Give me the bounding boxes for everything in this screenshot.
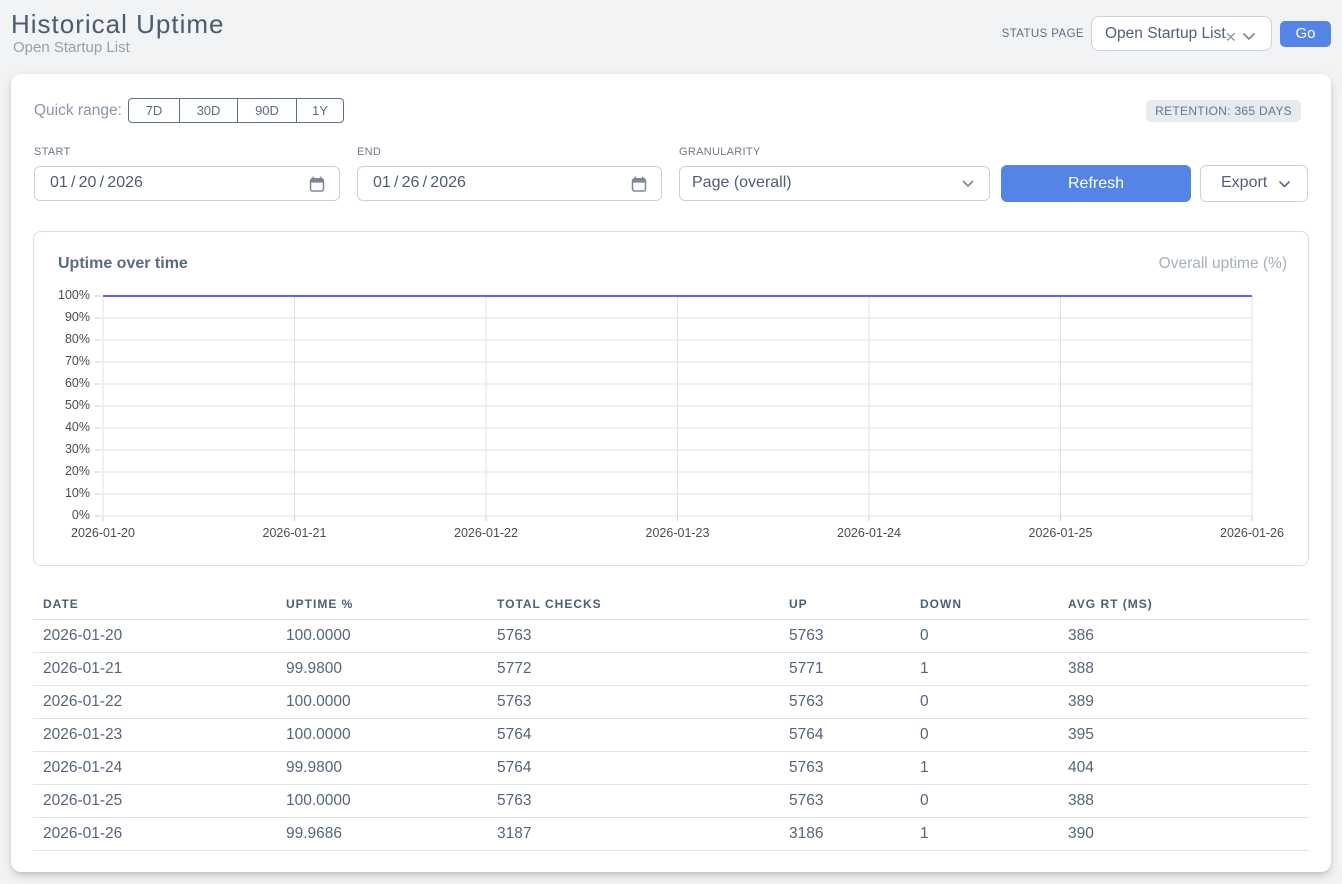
svg-text:2026-01-26: 2026-01-26 bbox=[1220, 526, 1284, 540]
svg-text:60%: 60% bbox=[65, 376, 90, 390]
svg-text:90%: 90% bbox=[65, 310, 90, 324]
svg-text:2026-01-20: 2026-01-20 bbox=[71, 526, 135, 540]
svg-text:20%: 20% bbox=[65, 464, 90, 478]
svg-text:2026-01-22: 2026-01-22 bbox=[454, 526, 518, 540]
svg-text:40%: 40% bbox=[65, 420, 90, 434]
svg-text:2026-01-21: 2026-01-21 bbox=[263, 526, 327, 540]
svg-text:0%: 0% bbox=[72, 508, 90, 522]
svg-text:30%: 30% bbox=[65, 442, 90, 456]
svg-text:100%: 100% bbox=[58, 288, 90, 302]
svg-text:70%: 70% bbox=[65, 354, 90, 368]
svg-text:2026-01-24: 2026-01-24 bbox=[837, 526, 901, 540]
svg-text:2026-01-25: 2026-01-25 bbox=[1029, 526, 1093, 540]
svg-text:2026-01-23: 2026-01-23 bbox=[646, 526, 710, 540]
svg-text:10%: 10% bbox=[65, 486, 90, 500]
svg-text:80%: 80% bbox=[65, 332, 90, 346]
svg-text:50%: 50% bbox=[65, 398, 90, 412]
